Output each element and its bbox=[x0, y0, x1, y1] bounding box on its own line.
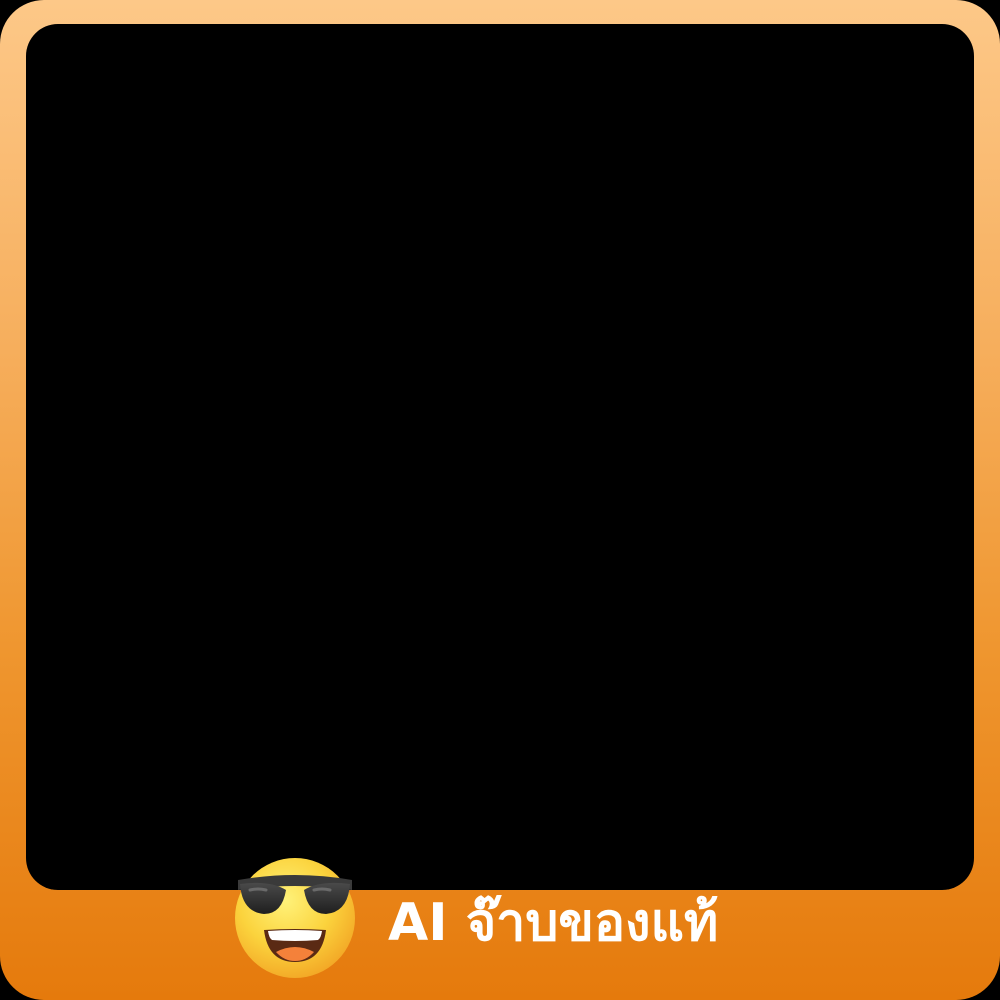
caption-text: AI จ๊าบของแท้ bbox=[388, 893, 719, 953]
smiling-face-with-sunglasses-icon bbox=[230, 850, 360, 980]
profile-frame: AI จ๊าบของแท้ bbox=[0, 0, 1000, 1000]
caption-bar: AI จ๊าบของแท้ bbox=[230, 850, 718, 980]
photo-placeholder bbox=[26, 24, 974, 890]
